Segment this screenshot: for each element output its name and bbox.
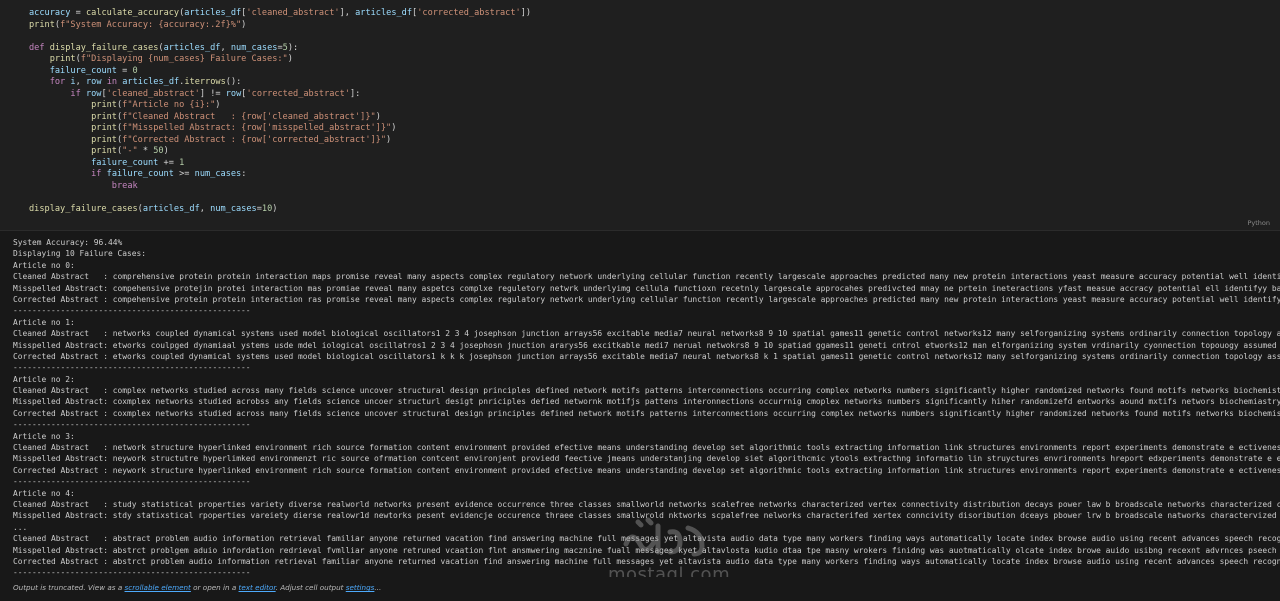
mostaql-logo-icon <box>623 517 705 557</box>
output-line: ----------------------------------------… <box>13 306 251 316</box>
truncation-suffix: ... <box>374 583 382 592</box>
truncation-notice: Output is truncated. View as a scrollabl… <box>0 577 1280 601</box>
code-line[interactable]: failure_count = 0 <box>29 66 531 78</box>
output-line: System Accuracy: 96.44% <box>13 238 123 247</box>
output-line: ----------------------------------------… <box>13 477 251 487</box>
output-line: Cleaned Abstract : study statistical pro… <box>13 499 1280 509</box>
output-line: Cleaned Abstract : network structure hyp… <box>13 443 1280 453</box>
code-line[interactable]: failure_count += 1 <box>29 158 531 170</box>
output-line: Article no 0: <box>13 260 75 270</box>
output-line: Article no 4: <box>13 488 75 498</box>
output-line: Misspelled Abstract: etworks coulpged dy… <box>13 340 1280 350</box>
scrollable-element-link[interactable]: scrollable element <box>125 583 191 592</box>
output-line: Article no 3: <box>13 431 75 441</box>
output-line: Corrected Abstract : coxmplex networks s… <box>13 408 1280 418</box>
output-line: Cleaned Abstract : complex networks stud… <box>13 386 1280 396</box>
code-line[interactable]: print(f"Displaying {num_cases} Failure C… <box>29 54 531 66</box>
code-line[interactable]: for i, row in articles_df.iterrows(): <box>29 77 531 89</box>
output-line: Article no 1: <box>13 317 75 327</box>
code-line[interactable]: display_failure_cases(articles_df, num_c… <box>29 204 531 216</box>
code-line[interactable]: break <box>29 181 531 193</box>
output-line: Article no 2: <box>13 374 75 384</box>
code-line[interactable]: print(f"System Accuracy: {accuracy:.2f}%… <box>29 20 531 32</box>
output-line: Misspelled Abstract: coxmplex networks s… <box>13 397 1280 407</box>
code-line[interactable]: print("-" * 50) <box>29 146 531 158</box>
truncation-middle2: . Adjust cell output <box>275 583 346 592</box>
code-line[interactable]: print(f"Corrected Abstract : {row['corre… <box>29 135 531 147</box>
output-line: Misspelled Abstract: neywork structutre … <box>13 454 1280 464</box>
code-cell[interactable]: accuracy = calculate_accuracy(articles_d… <box>0 0 1280 230</box>
output-line: Misspelled Abstract: compehensive protej… <box>13 283 1280 293</box>
output-line: ----------------------------------------… <box>13 420 251 430</box>
language-badge[interactable]: Python <box>1247 219 1270 227</box>
code-line[interactable] <box>29 192 531 204</box>
settings-link[interactable]: settings <box>346 583 375 592</box>
code-line[interactable]: def display_failure_cases(articles_df, n… <box>29 43 531 55</box>
code-line[interactable]: if row['cleaned_abstract'] != row['corre… <box>29 89 531 101</box>
truncation-prefix: Output is truncated. View as a <box>13 583 125 592</box>
output-line: ----------------------------------------… <box>13 363 251 373</box>
code-editor[interactable]: accuracy = calculate_accuracy(articles_d… <box>29 8 531 215</box>
code-line[interactable]: print(f"Misspelled Abstract: {row['missp… <box>29 123 531 135</box>
code-line[interactable]: print(f"Article no {i}:") <box>29 100 531 112</box>
output-line: Cleaned Abstract : networks coupled dyna… <box>13 329 1280 339</box>
truncation-middle: or open in a <box>190 583 239 592</box>
code-line[interactable]: print(f"Cleaned Abstract : {row['cleaned… <box>29 112 531 124</box>
output-line: Corrected Abstract : neywork structure h… <box>13 465 1280 475</box>
code-line[interactable] <box>29 31 531 43</box>
output-line: Displaying 10 Failure Cases: <box>13 249 147 259</box>
code-line[interactable]: if failure_count >= num_cases: <box>29 169 531 181</box>
output-line: Cleaned Abstract : comprehensive protein… <box>13 272 1280 282</box>
text-editor-link[interactable]: text editor <box>239 583 276 592</box>
output-line: Corrected Abstract : etworks coupled dyn… <box>13 351 1280 361</box>
output-line: Corrected Abstract : compehensive protei… <box>13 294 1280 304</box>
code-line[interactable]: accuracy = calculate_accuracy(articles_d… <box>29 8 531 20</box>
